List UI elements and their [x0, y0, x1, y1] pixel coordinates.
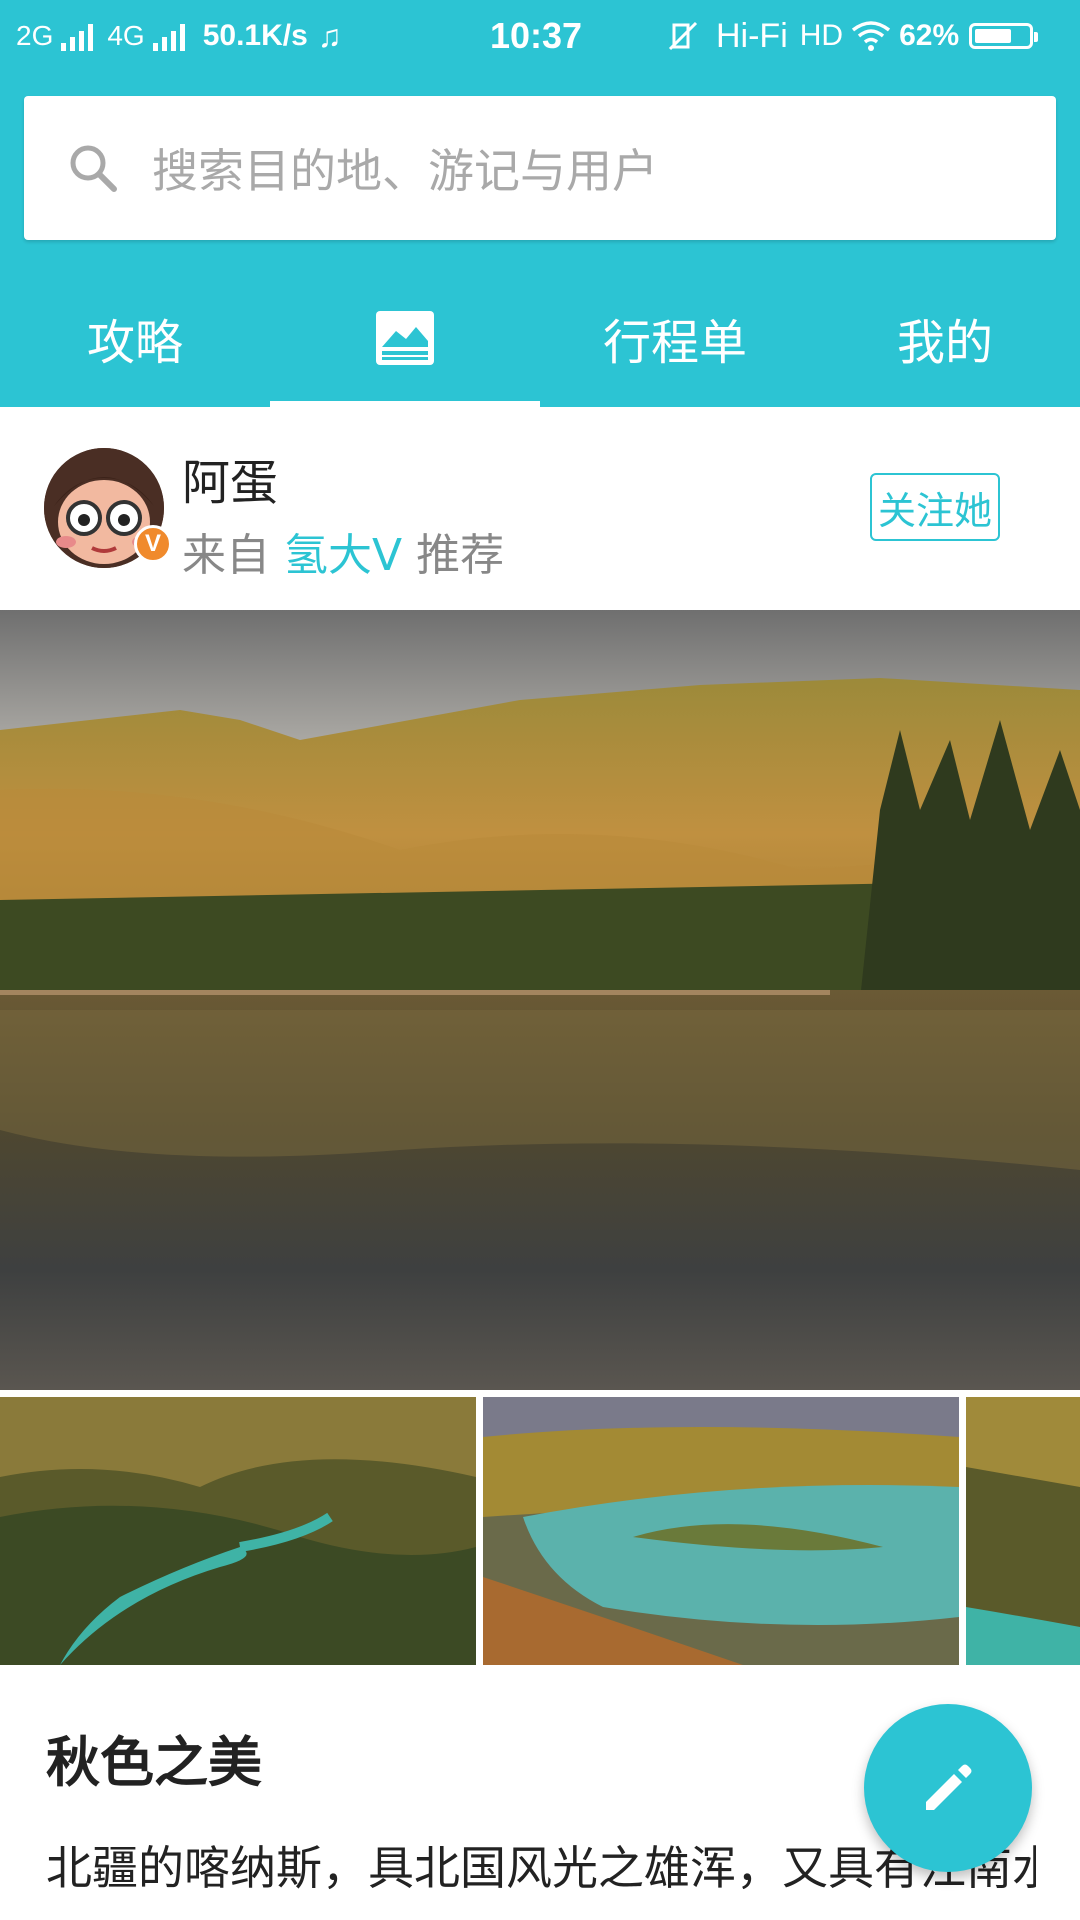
tab-label: 攻略 — [86, 314, 183, 371]
source-link[interactable]: 氢大V — [284, 530, 402, 581]
wifi-icon — [852, 21, 891, 51]
header: 搜索目的地、游记与用户 攻略 行程单 我的 — [0, 72, 1080, 407]
network-type-2g: 2G — [16, 20, 54, 51]
thumbnail[interactable] — [0, 1397, 476, 1665]
music-note-icon: ♫ — [317, 17, 342, 54]
tab-guide[interactable]: 攻略 — [0, 268, 270, 407]
search-placeholder: 搜索目的地、游记与用户 — [152, 144, 658, 198]
thumbnail[interactable] — [483, 1397, 959, 1665]
photo-thumbnails — [0, 1397, 1080, 1665]
source-suffix: 推荐 — [416, 530, 505, 581]
write-post-button[interactable] — [864, 1704, 1032, 1872]
battery-percent: 62% — [899, 19, 960, 52]
network-type-4g: 4G — [107, 20, 145, 51]
verified-badge: V — [134, 525, 172, 563]
source-prefix: 来自 — [182, 530, 270, 581]
lake-landscape-image — [0, 610, 1080, 1390]
image-icon — [376, 310, 434, 365]
signal-bars-icon — [152, 21, 185, 51]
main-photo[interactable] — [0, 610, 1080, 1390]
search-icon — [70, 145, 117, 192]
tab-label: 行程单 — [602, 314, 747, 371]
network-speed: 50.1K/s — [202, 19, 308, 52]
status-right: Hi-Fi HD 62% — [666, 0, 1039, 72]
status-bar: 2G 4G 50.1K/s ♫ 10:37 Hi-Fi HD 62% — [0, 0, 1080, 72]
tab-mine[interactable]: 我的 — [810, 268, 1080, 407]
signal-bars-icon — [61, 21, 94, 51]
follow-button[interactable]: 关注她 — [870, 473, 1000, 541]
search-input[interactable]: 搜索目的地、游记与用户 — [24, 96, 1056, 240]
post-author-row: V 阿蛋 来自 氢大V 推荐 关注她 — [0, 407, 1080, 610]
forest-river-image — [966, 1397, 1080, 1665]
tab-photos[interactable] — [270, 268, 540, 407]
post-title: 秋色之美 — [46, 1731, 262, 1794]
tab-bar: 攻略 行程单 我的 — [0, 268, 1080, 407]
vibrate-off-icon — [668, 21, 698, 51]
lake-bend-image — [483, 1397, 959, 1665]
battery-icon — [969, 23, 1039, 49]
hd-label: HD — [799, 19, 844, 52]
tab-itinerary[interactable]: 行程单 — [540, 268, 810, 407]
author-source: 来自 氢大V 推荐 — [182, 519, 504, 583]
tab-label: 我的 — [896, 314, 993, 371]
author-name[interactable]: 阿蛋 — [182, 443, 278, 513]
signal-group: 2G 4G 50.1K/s ♫ — [16, 0, 342, 72]
river-forest-image — [0, 1397, 476, 1665]
clock: 10:37 — [490, 15, 583, 56]
hifi-label: Hi-Fi — [716, 16, 788, 55]
thumbnail[interactable] — [966, 1397, 1080, 1665]
edit-pencil-icon — [926, 1764, 972, 1810]
